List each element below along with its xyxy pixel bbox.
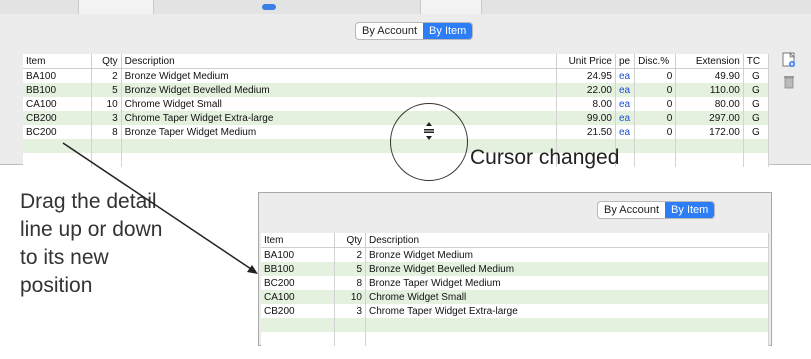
detail-lines-table-reordered: Item Qty Description BA100 2 Bronze Widget… [261,233,769,346]
cell-qty[interactable]: 10 [334,290,366,304]
cell-description[interactable]: Chrome Taper Widget Extra-large [365,304,769,318]
empty-row[interactable] [261,332,769,346]
cell-item[interactable]: BA100 [261,247,335,262]
empty-cell[interactable] [365,332,769,346]
col-qty[interactable]: Qty [334,233,366,248]
by-item-tab[interactable]: By Item [665,202,715,218]
bottom-screenshot: By Account By Item Item Qty Description … [258,192,772,346]
cell-qty[interactable]: 3 [334,304,366,318]
table-row[interactable]: BA100 2 Bronze Widget Medium [261,247,769,262]
empty-row[interactable] [261,318,769,332]
cell-qty[interactable]: 2 [334,247,366,262]
cell-qty[interactable]: 8 [334,276,366,290]
table-row[interactable]: BB100 5 Bronze Widget Bevelled Medium [261,262,769,276]
cell-description[interactable]: Chrome Widget Small [365,290,769,304]
col-item[interactable]: Item [261,233,335,248]
cell-item[interactable]: CB200 [261,304,335,318]
cell-description[interactable]: Bronze Widget Bevelled Medium [365,262,769,276]
cell-description[interactable]: Bronze Widget Medium [365,247,769,262]
empty-cell[interactable] [261,332,335,346]
by-account-tab[interactable]: By Account [598,202,665,218]
cell-item[interactable]: BB100 [261,262,335,276]
view-segment-control[interactable]: By Account By Item [597,201,716,219]
col-description[interactable]: Description [365,233,769,248]
empty-cell[interactable] [261,318,335,332]
cell-item[interactable]: BC200 [261,276,335,290]
empty-cell[interactable] [334,332,366,346]
empty-cell[interactable] [334,318,366,332]
table-row[interactable]: CB200 3 Chrome Taper Widget Extra-large [261,304,769,318]
table-row[interactable]: BC200 8 Bronze Taper Widget Medium [261,276,769,290]
cell-item[interactable]: CA100 [261,290,335,304]
cell-description[interactable]: Bronze Taper Widget Medium [365,276,769,290]
table-row[interactable]: CA100 10 Chrome Widget Small [261,290,769,304]
cell-qty[interactable]: 5 [334,262,366,276]
empty-cell[interactable] [365,318,769,332]
